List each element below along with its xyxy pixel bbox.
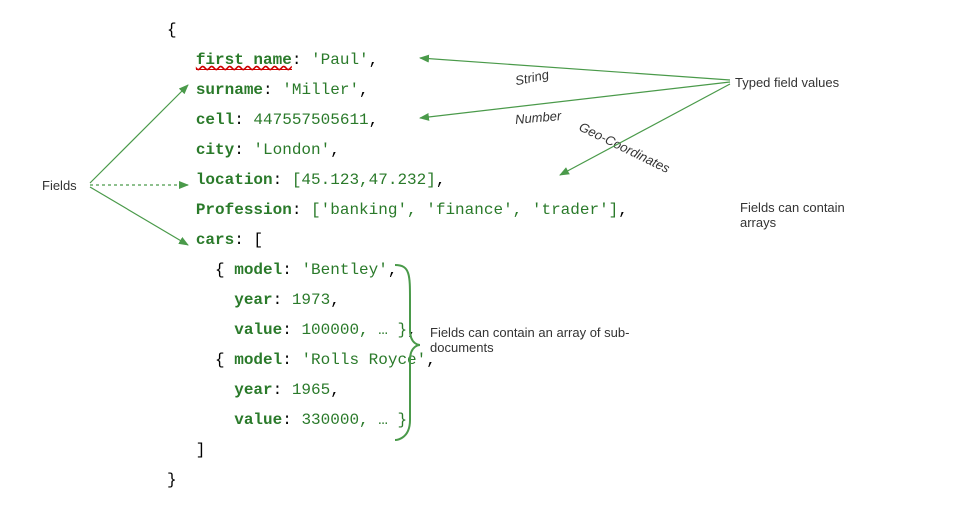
val-car1-year: 1973 xyxy=(292,291,330,309)
json-document: { first name: 'Paul', surname: 'Miller',… xyxy=(167,15,628,495)
bracket-close: ] xyxy=(167,435,628,465)
line-profession: Profession: ['banking', 'finance', 'trad… xyxy=(167,195,628,225)
val-city: 'London' xyxy=(253,141,330,159)
val-car2-model: 'Rolls Royce' xyxy=(301,351,426,369)
label-fields: Fields xyxy=(42,178,77,193)
brace-open: { xyxy=(167,15,628,45)
label-arrays-note: Fields can contain arrays xyxy=(740,200,860,230)
key-cell: cell xyxy=(196,111,234,129)
line-surname: surname: 'Miller', xyxy=(167,75,628,105)
key-car2-value: value xyxy=(234,411,282,429)
val-car2-year: 1965 xyxy=(292,381,330,399)
brace-close: } xyxy=(167,465,628,495)
val-location: [45.123,47.232] xyxy=(292,171,436,189)
key-car1-year: year xyxy=(234,291,272,309)
key-location: location xyxy=(196,171,273,189)
key-profession: Profession xyxy=(196,201,292,219)
line-car2-value: value: 330000, … } xyxy=(167,405,628,435)
key-surname: surname xyxy=(196,81,263,99)
key-cars: cars xyxy=(196,231,234,249)
label-typed-values: Typed field values xyxy=(735,75,839,90)
val-car2-value: 330000, … } xyxy=(301,411,407,429)
line-car1-model: { model: 'Bentley', xyxy=(167,255,628,285)
val-profession: ['banking', 'finance', 'trader'] xyxy=(311,201,618,219)
val-car1-model: 'Bentley' xyxy=(301,261,387,279)
line-first-name: first name: 'Paul', xyxy=(167,45,628,75)
line-car2-year: year: 1965, xyxy=(167,375,628,405)
line-car1-year: year: 1973, xyxy=(167,285,628,315)
line-location: location: [45.123,47.232], xyxy=(167,165,628,195)
key-city: city xyxy=(196,141,234,159)
key-car1-model: model xyxy=(234,261,282,279)
val-car1-value: 100000, … } xyxy=(301,321,407,339)
val-cell: 447557505611 xyxy=(253,111,368,129)
val-surname: 'Miller' xyxy=(282,81,359,99)
val-first-name: 'Paul' xyxy=(311,51,369,69)
line-city: city: 'London', xyxy=(167,135,628,165)
label-subdoc-note: Fields can contain an array of sub-docum… xyxy=(430,325,660,355)
line-cars-open: cars: [ xyxy=(167,225,628,255)
key-first-name: first name xyxy=(196,51,292,70)
key-car2-model: model xyxy=(234,351,282,369)
key-car2-year: year xyxy=(234,381,272,399)
key-car1-value: value xyxy=(234,321,282,339)
